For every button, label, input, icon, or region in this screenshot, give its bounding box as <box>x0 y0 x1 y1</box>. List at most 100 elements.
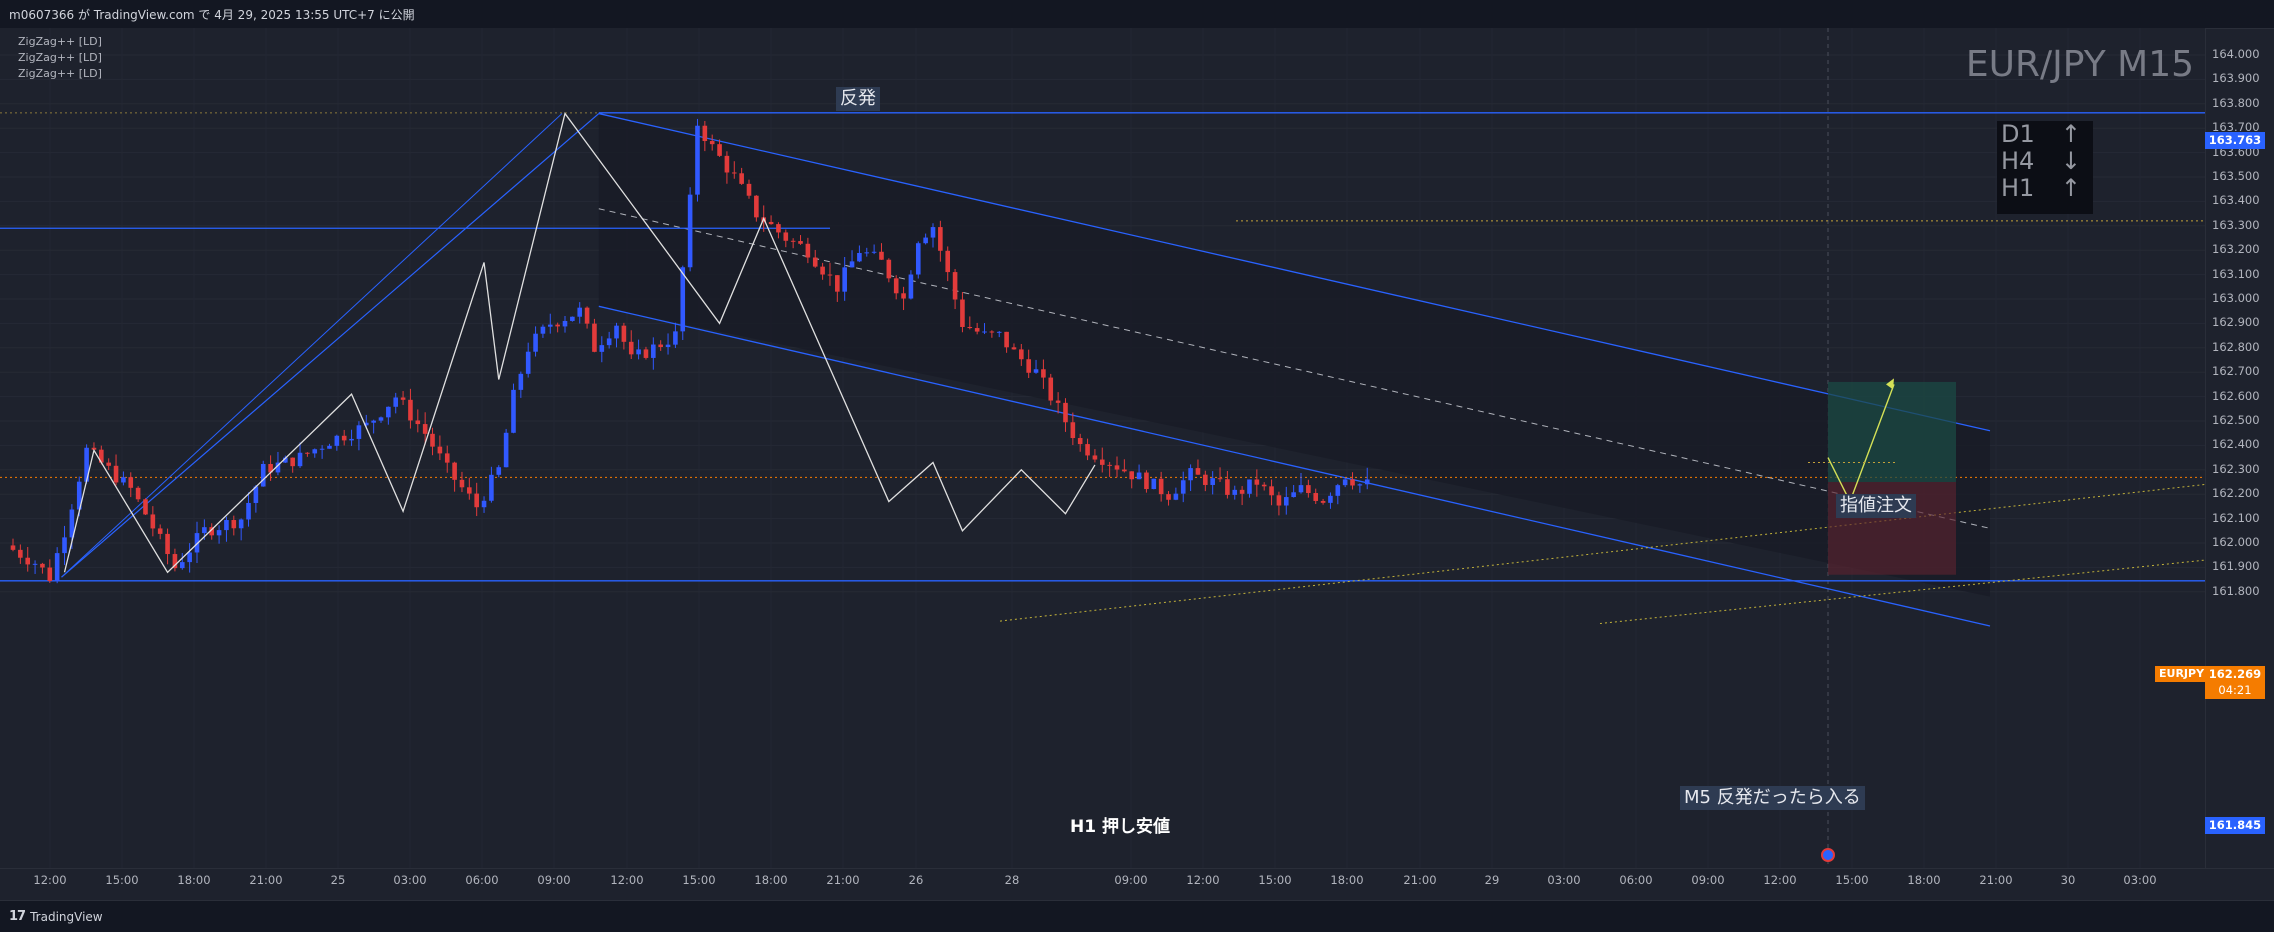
annotation-m5-entry[interactable]: M5 反発だったら入る <box>1680 786 1865 810</box>
bear-candle <box>1203 474 1208 485</box>
bear-candle <box>1350 479 1355 486</box>
brand[interactable]: 17 TradingView <box>9 909 103 924</box>
price-chart[interactable] <box>0 28 2205 868</box>
x-tick-label: 15:00 <box>682 873 716 887</box>
x-tick-label: 15:00 <box>105 873 139 887</box>
bull-candle <box>1033 369 1039 373</box>
footer-bar: 17 TradingView <box>0 900 2274 932</box>
bull-candle <box>481 500 487 508</box>
bear-candle <box>1320 500 1326 503</box>
y-tick-label: 163.000 <box>2212 291 2260 305</box>
bear-candle <box>1019 349 1024 360</box>
bull-candle <box>503 432 509 468</box>
bear-candle <box>717 144 722 156</box>
bear-candle <box>952 272 958 300</box>
bull-candle <box>1342 479 1348 486</box>
bull-candle <box>246 502 251 520</box>
bull-candle <box>386 406 391 418</box>
bear-candle <box>1306 485 1311 494</box>
bear-candle <box>731 172 737 174</box>
profit-zone <box>1828 381 1956 482</box>
bear-candle <box>25 557 31 565</box>
bull-candle <box>1180 480 1186 494</box>
y-tick-label: 163.200 <box>2212 242 2260 257</box>
x-tick-label: 12:00 <box>1186 873 1220 887</box>
bull-candle <box>349 438 354 441</box>
symbol-watermark: EUR/JPY M15 <box>1965 44 2194 85</box>
bull-candle <box>496 467 502 475</box>
brand-name: TradingView <box>30 909 103 924</box>
arrow-down-icon: ↓ <box>2060 147 2081 175</box>
bear-candle <box>584 307 590 324</box>
bull-candle <box>224 520 229 531</box>
y-tick-label: 162.000 <box>2212 535 2260 549</box>
support-price-label: 161.845 <box>2205 817 2265 834</box>
bear-candle <box>790 240 796 242</box>
bull-candle <box>1232 489 1238 495</box>
bull-candle <box>849 261 855 268</box>
bull-candle <box>687 194 693 268</box>
bear-candle <box>805 243 811 258</box>
tradingview-logo-icon: 17 <box>9 909 26 924</box>
bull-candle <box>614 325 619 339</box>
bear-candle <box>1254 479 1260 485</box>
bear-candle <box>106 462 111 466</box>
bull-candle <box>393 397 399 407</box>
y-tick-label: 164.000 <box>2212 47 2260 61</box>
bull-candle <box>1247 479 1252 494</box>
bear-candle <box>835 275 840 292</box>
bear-candle <box>893 278 899 294</box>
bear-candle <box>754 195 759 218</box>
bear-candle <box>901 293 906 299</box>
bull-candle <box>695 125 700 195</box>
x-tick-label: 09:00 <box>537 873 571 887</box>
y-tick-label: 163.300 <box>2212 217 2260 232</box>
bear-candle <box>967 326 973 329</box>
bull-candle <box>312 449 318 454</box>
x-tick-label: 15:00 <box>1258 873 1292 887</box>
bull-candle <box>577 307 583 317</box>
annotation-h1-support[interactable]: H1 押し安値 <box>1070 812 1170 837</box>
x-tick-label: 06:00 <box>465 873 499 887</box>
bull-candle <box>518 373 524 390</box>
price-axis-separator <box>2205 28 2206 868</box>
bull-candle <box>356 425 362 439</box>
bull-candle <box>1335 485 1341 496</box>
bear-candle <box>1313 493 1319 501</box>
y-tick-label: 162.100 <box>2212 510 2260 525</box>
legend-item[interactable]: ZigZag++ [LD] <box>18 34 102 50</box>
x-tick-label: 21:00 <box>1403 873 1437 887</box>
x-tick-label: 15:00 <box>1835 873 1869 887</box>
y-tick-label: 162.900 <box>2212 315 2260 330</box>
bear-candle <box>746 183 752 196</box>
bear-candle <box>128 477 134 488</box>
bull-candle <box>54 553 60 582</box>
bear-candle <box>1011 347 1017 350</box>
x-tick-label: 09:00 <box>1691 873 1725 887</box>
bear-candle <box>437 446 443 454</box>
bear-candle <box>1114 465 1120 470</box>
bear-candle <box>18 549 23 558</box>
bear-candle <box>960 299 965 327</box>
bull-candle <box>636 349 641 355</box>
annotation-limit-order[interactable]: 指値注文 <box>1836 494 1916 518</box>
bear-candle <box>1041 369 1046 378</box>
x-tick-label: 18:00 <box>1330 873 1364 887</box>
annotation-rebound[interactable]: 反発 <box>836 87 880 111</box>
bear-candle <box>1239 489 1245 494</box>
bear-candle <box>1099 459 1105 465</box>
x-tick-label: 03:00 <box>1547 873 1581 887</box>
bear-candle <box>974 328 980 332</box>
legend-item[interactable]: ZigZag++ [LD] <box>18 66 102 82</box>
bull-candle <box>547 324 553 327</box>
bull-candle <box>915 243 921 275</box>
x-tick-label: 06:00 <box>1619 873 1653 887</box>
bear-candle <box>555 324 560 327</box>
bear-candle <box>1217 478 1223 480</box>
bull-candle <box>319 448 325 450</box>
legend-item[interactable]: ZigZag++ [LD] <box>18 50 102 66</box>
bear-candle <box>452 462 457 480</box>
bull-candle <box>334 435 340 446</box>
x-tick-label: 03:00 <box>2123 873 2157 887</box>
publish-header: m0607366 が TradingView.com で 4月 29, 2025… <box>0 0 2274 29</box>
